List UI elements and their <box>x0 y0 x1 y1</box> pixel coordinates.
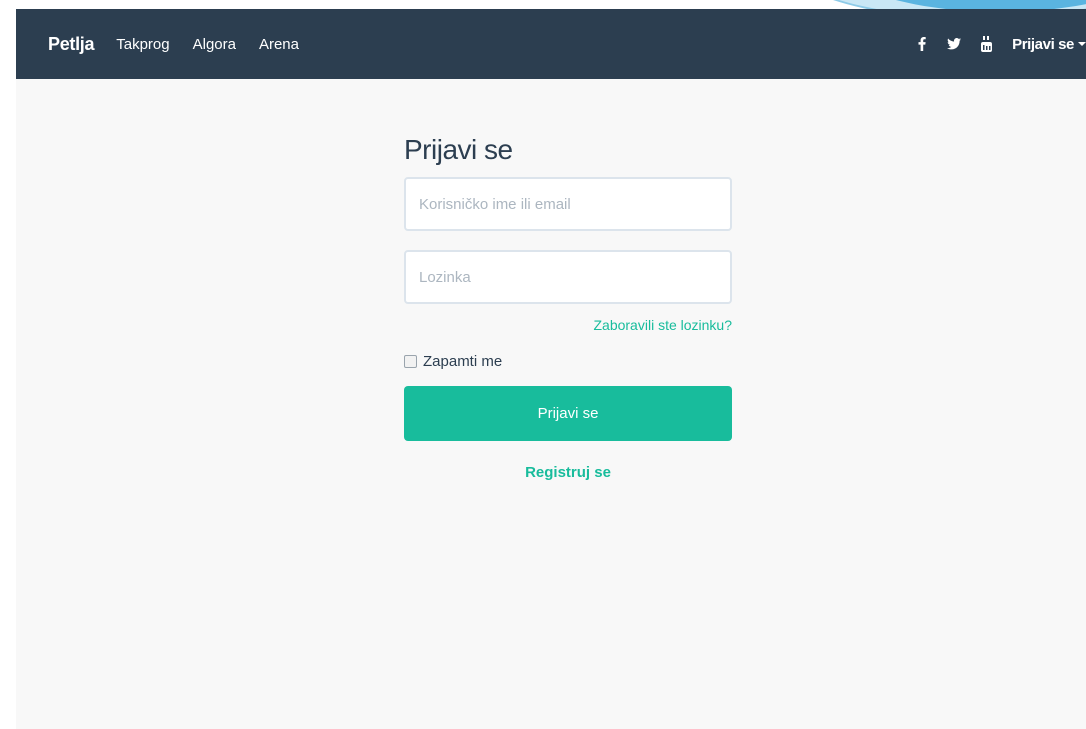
remember-me-checkbox[interactable] <box>404 355 417 368</box>
twitter-icon[interactable] <box>938 38 970 50</box>
password-input[interactable] <box>404 250 732 304</box>
remember-me: Zapamti me <box>404 353 732 370</box>
top-navbar: Petlja Takprog Algora Arena Prijavi se <box>16 9 1086 79</box>
forgot-password-link[interactable]: Zaboravili ste lozinku? <box>404 317 732 333</box>
login-title: Prijavi se <box>404 134 513 165</box>
nav-link-arena[interactable]: Arena <box>259 36 299 53</box>
page-frame: Petlja Takprog Algora Arena Prijavi se P… <box>16 9 1086 729</box>
youtube-icon[interactable] <box>970 36 1002 52</box>
login-dropdown[interactable]: Prijavi se <box>1012 36 1086 53</box>
corner-decoration <box>760 0 1086 9</box>
remember-me-label: Zapamti me <box>423 353 503 370</box>
username-input[interactable] <box>404 177 732 231</box>
brand-logo[interactable]: Petlja <box>48 34 95 55</box>
nav-link-takprog[interactable]: Takprog <box>116 36 169 53</box>
caret-down-icon <box>1078 42 1086 46</box>
nav-right: Prijavi se <box>906 9 1086 79</box>
nav-link-algora[interactable]: Algora <box>193 36 236 53</box>
login-form: Prijavi se Zaboravili ste lozinku? Zapam… <box>404 134 732 481</box>
login-submit-button[interactable]: Prijavi se <box>404 386 732 441</box>
register-link[interactable]: Registruj se <box>404 464 732 481</box>
login-dropdown-label: Prijavi se <box>1012 35 1074 53</box>
nav-links: Takprog Algora Arena <box>116 36 322 53</box>
facebook-icon[interactable] <box>906 37 938 51</box>
